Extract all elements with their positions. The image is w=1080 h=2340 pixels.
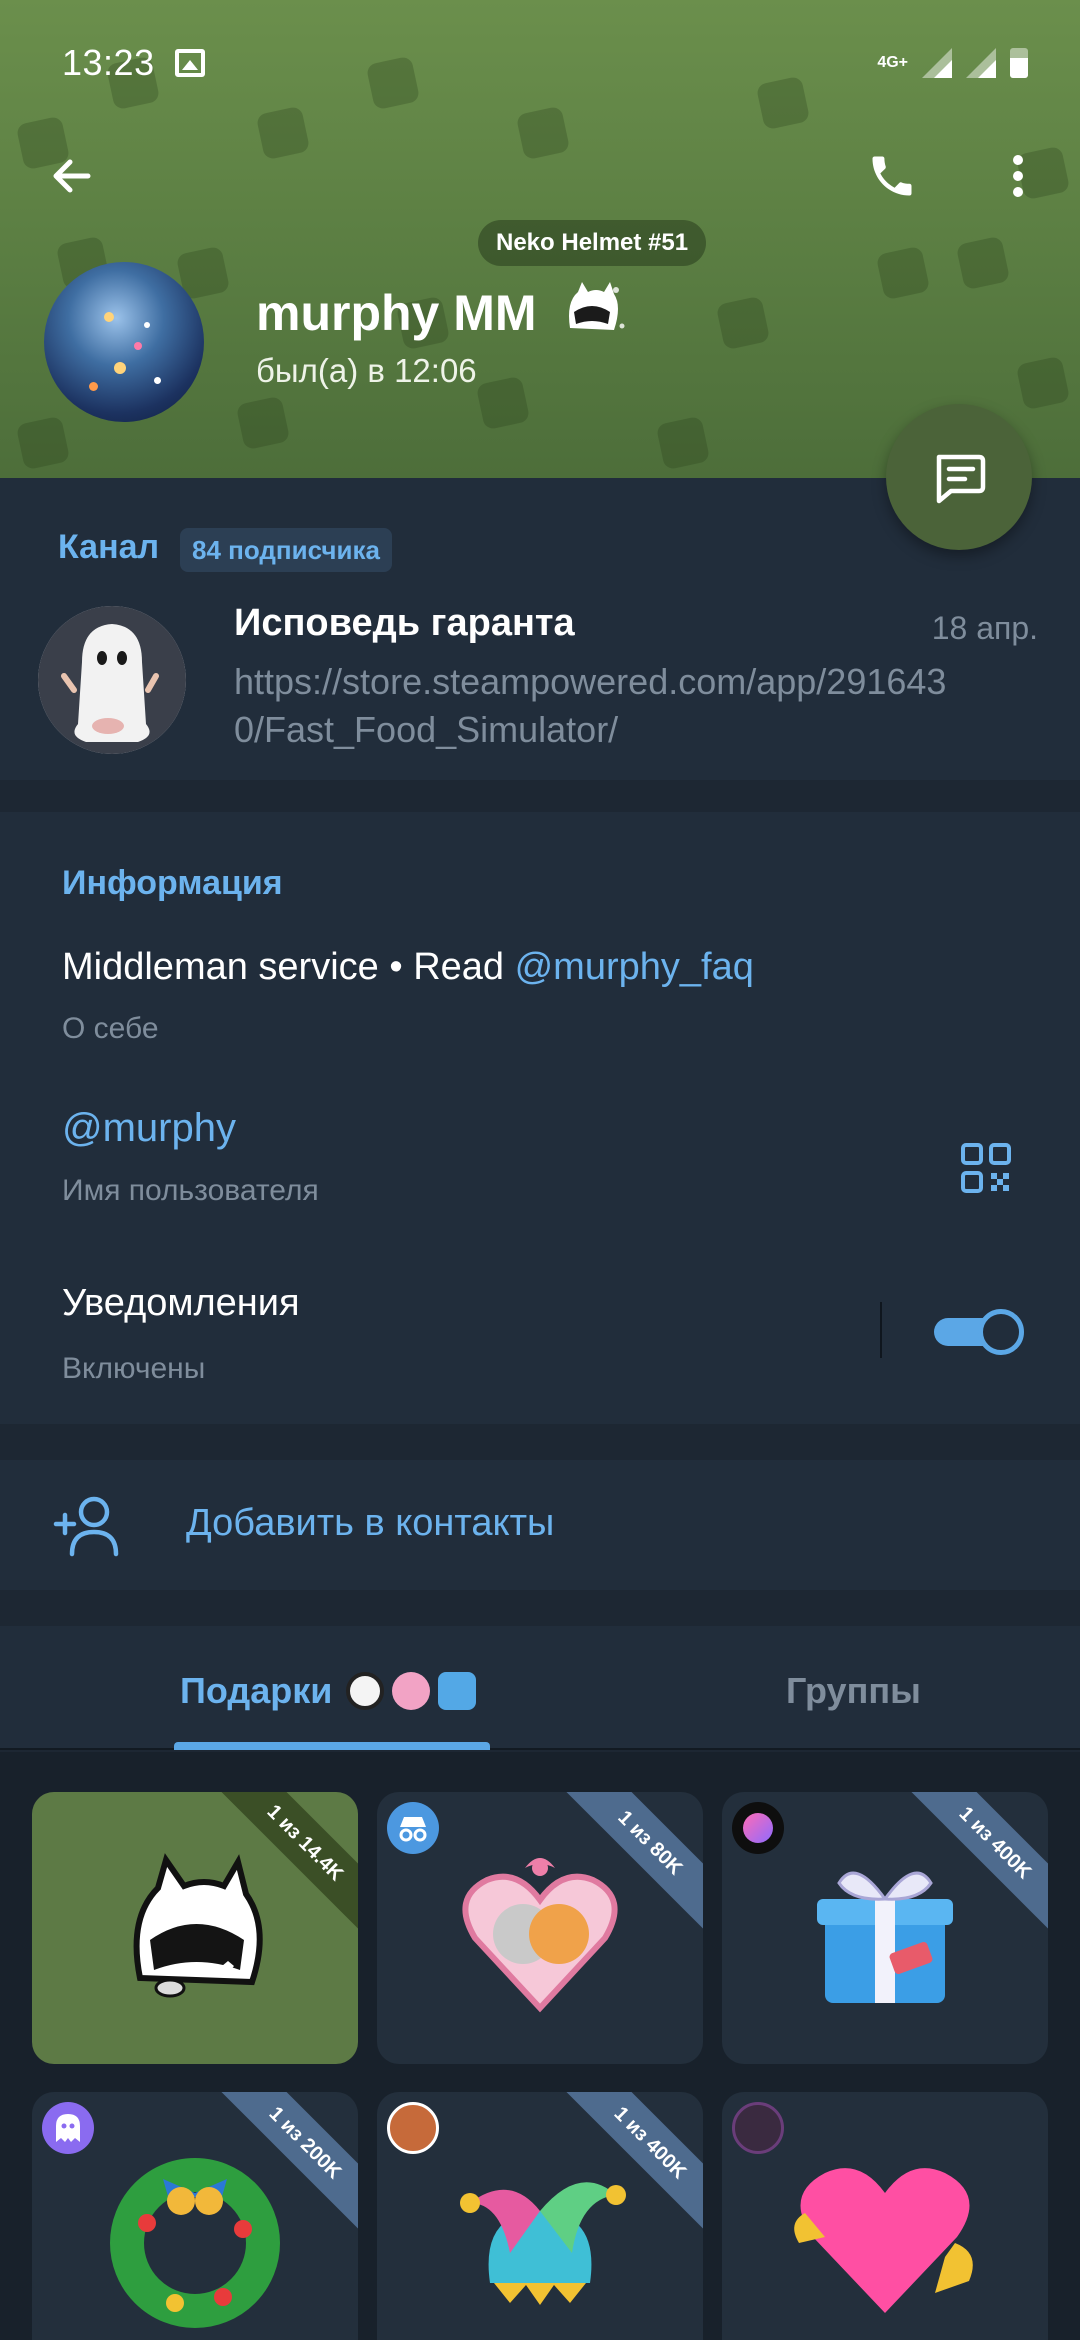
back-button[interactable]: [36, 140, 108, 212]
gift-card[interactable]: 1 из 200K: [32, 2092, 358, 2340]
call-button[interactable]: [856, 140, 928, 212]
wreath-gift: [110, 2158, 280, 2329]
bio-text[interactable]: Middleman service • Read @murphy_faq: [62, 946, 754, 989]
last-seen-status: был(а) в 12:06: [256, 352, 477, 389]
helmet-emoji-icon: [346, 1672, 385, 1710]
channel-post-date: 18 апр.: [931, 610, 1038, 646]
network-type: 4G+: [877, 54, 908, 71]
channel-avatar: [38, 606, 186, 754]
notifications-status: Включены: [62, 1352, 206, 1385]
heart-emoji-icon: [392, 1672, 431, 1710]
gift-card[interactable]: 1 из 400K: [377, 2092, 703, 2340]
info-section: Информация Middleman service • Read @mur…: [0, 812, 1080, 1424]
active-tab-indicator: [174, 1742, 490, 1750]
channel-label: Канал: [58, 528, 160, 566]
phone-icon: [872, 156, 912, 196]
tab-gifts[interactable]: Подарки: [180, 1670, 477, 1712]
owner-avatar: [732, 2102, 784, 2154]
tab-groups-label: Группы: [786, 1670, 921, 1711]
gift-card[interactable]: [722, 2092, 1048, 2340]
status-time: 13:23: [62, 42, 155, 83]
username-value[interactable]: @murphy: [62, 1106, 236, 1151]
neko-helmet-gift: [133, 1853, 263, 1998]
add-contact-row[interactable]: Добавить в контакты: [0, 1460, 1080, 1590]
notifications-toggle[interactable]: [934, 1306, 1024, 1356]
orb-icon: [732, 1802, 784, 1854]
qr-code-icon: [961, 1143, 1011, 1193]
subscribers-badge: 84 подписчика: [180, 528, 392, 572]
tab-gifts-label: Подарки: [180, 1670, 333, 1711]
message-icon: [936, 454, 986, 504]
neko-helmet-emoji-icon[interactable]: [556, 276, 628, 348]
incognito-icon: [387, 1802, 439, 1854]
status-bar: 13:23 4G+: [62, 38, 1028, 88]
bio-link[interactable]: @murphy_faq: [515, 946, 754, 988]
qr-code-button[interactable]: [950, 1132, 1022, 1204]
more-menu-button[interactable]: [982, 140, 1054, 212]
collectible-label[interactable]: Neko Helmet #51: [478, 220, 707, 266]
owner-avatar: [387, 2102, 439, 2154]
profile-name: murphy MM: [256, 285, 537, 341]
bio-text-plain: Middleman service • Read: [62, 946, 515, 988]
more-vertical-icon: [1013, 155, 1023, 197]
image-notification-icon: [174, 49, 205, 77]
profile-header: 13:23 4G+ Neko Helmet #51 murphy MM был(…: [0, 0, 1080, 478]
signal-icon-2: [966, 48, 996, 78]
username-label: Имя пользователя: [62, 1174, 319, 1207]
profile-avatar[interactable]: [44, 262, 204, 422]
arrow-left-icon: [53, 159, 91, 193]
divider: [880, 1302, 882, 1358]
bio-label: О себе: [62, 1012, 159, 1045]
send-message-button[interactable]: [886, 404, 1032, 550]
gift-box-gift: [817, 1872, 953, 2004]
heart-cats-gift: [462, 1858, 618, 2013]
profile-tabs: Подарки Группы: [0, 1626, 1080, 1750]
pink-heart-gift: [794, 2168, 973, 2314]
channel-title: Исповедь гаранта: [234, 602, 575, 644]
gift-card[interactable]: 1 из 14.4K: [32, 1792, 358, 2064]
info-heading: Информация: [62, 864, 283, 902]
gift-emoji-icon: [438, 1672, 477, 1710]
gift-card[interactable]: 1 из 80K: [377, 1792, 703, 2064]
jester-hat-gift: [460, 2182, 626, 2306]
channel-last-post: https://store.steampowered.com/app/29164…: [234, 661, 947, 750]
add-user-icon: [53, 1496, 119, 1557]
tab-groups[interactable]: Группы: [786, 1670, 921, 1712]
ghost-icon: [42, 2102, 94, 2154]
add-contact-label: Добавить в контакты: [186, 1502, 555, 1544]
gifts-grid: 1 из 14.4K 1 из 80K 1 из 400K 1 из 200K …: [0, 1752, 1080, 2340]
notifications-label: Уведомления: [62, 1282, 300, 1324]
battery-icon: [1010, 48, 1028, 78]
signal-icon: [922, 48, 952, 78]
gift-card[interactable]: 1 из 400K: [722, 1792, 1048, 2064]
